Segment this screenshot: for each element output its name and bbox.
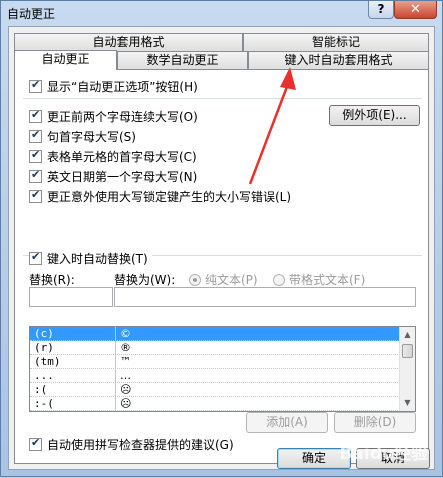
list-item[interactable]: :-( ☹ <box>30 397 400 411</box>
tab-autoformat[interactable]: 自动套用格式 <box>14 33 243 51</box>
option-label: 英文日期第一个字母大写(N) <box>47 169 198 184</box>
option-sentence-caps[interactable]: 句首字母大写(S) <box>29 128 136 144</box>
checkbox-box[interactable] <box>29 168 42 183</box>
plain-text-radio[interactable]: 纯文本(P) <box>189 271 258 288</box>
tab-smart-tags[interactable]: 智能标记 <box>243 33 429 51</box>
list-item[interactable]: :( ☹ <box>30 383 400 397</box>
radio-dot[interactable] <box>189 273 201 286</box>
radio-dot[interactable] <box>273 273 285 286</box>
list-item-from: (c) <box>30 327 116 340</box>
help-button[interactable]: ? <box>368 1 394 19</box>
add-button[interactable]: 添加(A) <box>246 412 328 433</box>
watermark: Baidu经验 <box>339 444 428 464</box>
replace-as-you-type-label: 键入时自动替换(T) <box>47 251 148 266</box>
window-title: 自动更正 <box>7 7 56 21</box>
replace-label: 替换(R): <box>29 273 75 287</box>
scroll-down-icon[interactable]: ▼ <box>400 395 415 411</box>
formatted-text-radio[interactable]: 带格式文本(F) <box>273 271 365 288</box>
tab-autoformat-as-you-type[interactable]: 键入时自动套用格式 <box>248 51 429 69</box>
list-item[interactable]: (tm) ™ <box>30 355 400 369</box>
option-label: 句首字母大写(S) <box>47 129 136 144</box>
list-item-from: :-( <box>30 397 116 410</box>
checkbox-box[interactable] <box>29 128 42 143</box>
checkbox-box[interactable] <box>29 188 42 203</box>
option-label: 更正前两个字母连续大写(O) <box>47 109 198 124</box>
list-item-to: ™ <box>120 355 131 368</box>
delete-button[interactable]: 删除(D) <box>334 412 416 433</box>
option-caps-lock-correction[interactable]: 更正意外使用大写锁定键产生的大小写错误(L) <box>29 188 291 204</box>
show-options-buttons-checkbox[interactable]: 显示“自动更正选项”按钮(H) <box>29 78 198 94</box>
list-item-from: :( <box>30 383 116 396</box>
list-item[interactable]: (r) ® <box>30 341 400 355</box>
list-item-to: ☹ <box>120 383 132 396</box>
list-item-to: © <box>120 327 131 340</box>
option-label: 更正意外使用大写锁定键产生的大小写错误(L) <box>47 189 292 204</box>
list-item[interactable]: (c) © <box>30 327 400 341</box>
list-item-from: (r) <box>30 341 116 354</box>
checkbox-box[interactable] <box>29 148 42 163</box>
show-options-buttons-label: 显示“自动更正选项”按钮(H) <box>47 79 198 94</box>
option-two-initial-caps[interactable]: 更正前两个字母连续大写(O) <box>29 108 198 124</box>
checkbox-box[interactable] <box>29 78 42 93</box>
formatted-text-label: 带格式文本(F) <box>289 273 366 287</box>
title-bar: 自动更正 ? ✕ <box>1 1 442 25</box>
list-item-from: ... <box>30 369 116 382</box>
scroll-up-icon[interactable]: ▲ <box>400 327 415 343</box>
autocorrect-dialog: 自动更正 ? ✕ 自动套用格式 智能标记 自动更正 数学自动更正 键入时自动套用… <box>0 0 443 477</box>
option-label: 表格单元格的首字母大写(C) <box>47 149 197 164</box>
tab-math-autocorrect[interactable]: 数学自动更正 <box>117 51 248 69</box>
replace-as-you-type-checkbox[interactable]: 键入时自动替换(T) <box>29 250 152 266</box>
with-input[interactable] <box>114 287 416 307</box>
dialog-body: 自动套用格式 智能标记 自动更正 数学自动更正 键入时自动套用格式 显示“自动更… <box>8 26 435 470</box>
list-item-to: ® <box>120 341 131 354</box>
exceptions-button[interactable]: 例外项(E)... <box>329 105 420 126</box>
spell-checker-suggestions-label: 自动使用拼写检查器提供的建议(G) <box>47 437 234 452</box>
autocorrect-entries-list[interactable]: (c) © (r) ® (tm) ™ ... … :( ☹:-(☹ ▲ ▼ <box>29 326 416 412</box>
list-scrollbar[interactable]: ▲ ▼ <box>399 327 415 411</box>
list-item-from: (tm) <box>30 355 116 368</box>
checkbox-box[interactable] <box>29 436 42 451</box>
replace-input[interactable] <box>29 287 113 307</box>
plain-text-label: 纯文本(P) <box>205 273 258 287</box>
option-day-names-caps[interactable]: 英文日期第一个字母大写(N) <box>29 168 197 184</box>
list-item[interactable]: ... … <box>30 369 400 383</box>
tab-autocorrect[interactable]: 自动更正 <box>14 50 117 70</box>
checkbox-box[interactable] <box>29 108 42 123</box>
list-item-to: … <box>120 369 131 382</box>
checkbox-box[interactable] <box>29 250 42 265</box>
autocorrect-panel: 显示“自动更正选项”按钮(H) 更正前两个字母连续大写(O) 句首字母大写(S)… <box>14 69 429 464</box>
option-table-cell-caps[interactable]: 表格单元格的首字母大写(C) <box>29 148 197 164</box>
with-label: 替换为(W): <box>114 273 176 287</box>
list-item-to: ☹ <box>120 397 132 410</box>
spell-checker-suggestions-checkbox[interactable]: 自动使用拼写检查器提供的建议(G) <box>29 436 234 452</box>
close-button[interactable]: ✕ <box>394 1 437 19</box>
divider <box>23 98 422 99</box>
scroll-thumb[interactable] <box>402 344 413 358</box>
